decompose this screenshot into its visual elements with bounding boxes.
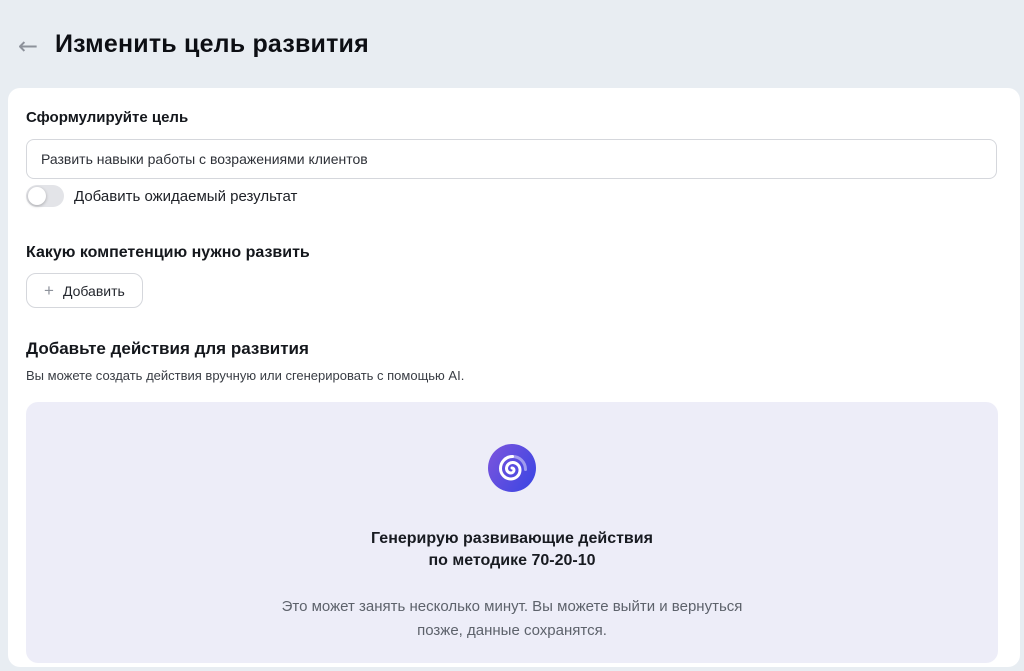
add-competency-button[interactable]: + Добавить [26,273,143,308]
generation-title-line2: по методике 70-20-10 [26,550,998,572]
goal-input[interactable] [26,139,997,179]
actions-hint: Вы можете создать действия вручную или с… [26,368,464,383]
form-card: Сформулируйте цель Добавить ожидаемый ре… [8,88,1020,667]
generation-note-line2: позже, данные сохранятся. [26,619,998,643]
toggle-knob [28,187,46,205]
generation-note-line1: Это может занять несколько минут. Вы мож… [26,595,998,619]
back-arrow-icon[interactable]: ← [12,30,44,62]
page-title: Изменить цель развития [55,30,369,59]
goal-label: Сформулируйте цель [26,109,188,126]
expected-result-toggle[interactable] [26,185,64,207]
generation-title-line1: Генерирую развивающие действия [26,528,998,550]
header: ← Изменить цель развития [0,0,1024,88]
add-button-label: Добавить [63,283,125,299]
spinner-icon [26,444,998,492]
plus-icon: + [44,282,54,299]
expected-result-toggle-row[interactable]: Добавить ожидаемый результат [26,184,297,208]
competency-label: Какую компетенцию нужно развить [26,244,310,262]
generation-panel: Генерирую развивающие действия по методи… [26,402,998,663]
toggle-label: Добавить ожидаемый результат [74,188,297,205]
actions-label: Добавьте действия для развития [26,339,309,359]
